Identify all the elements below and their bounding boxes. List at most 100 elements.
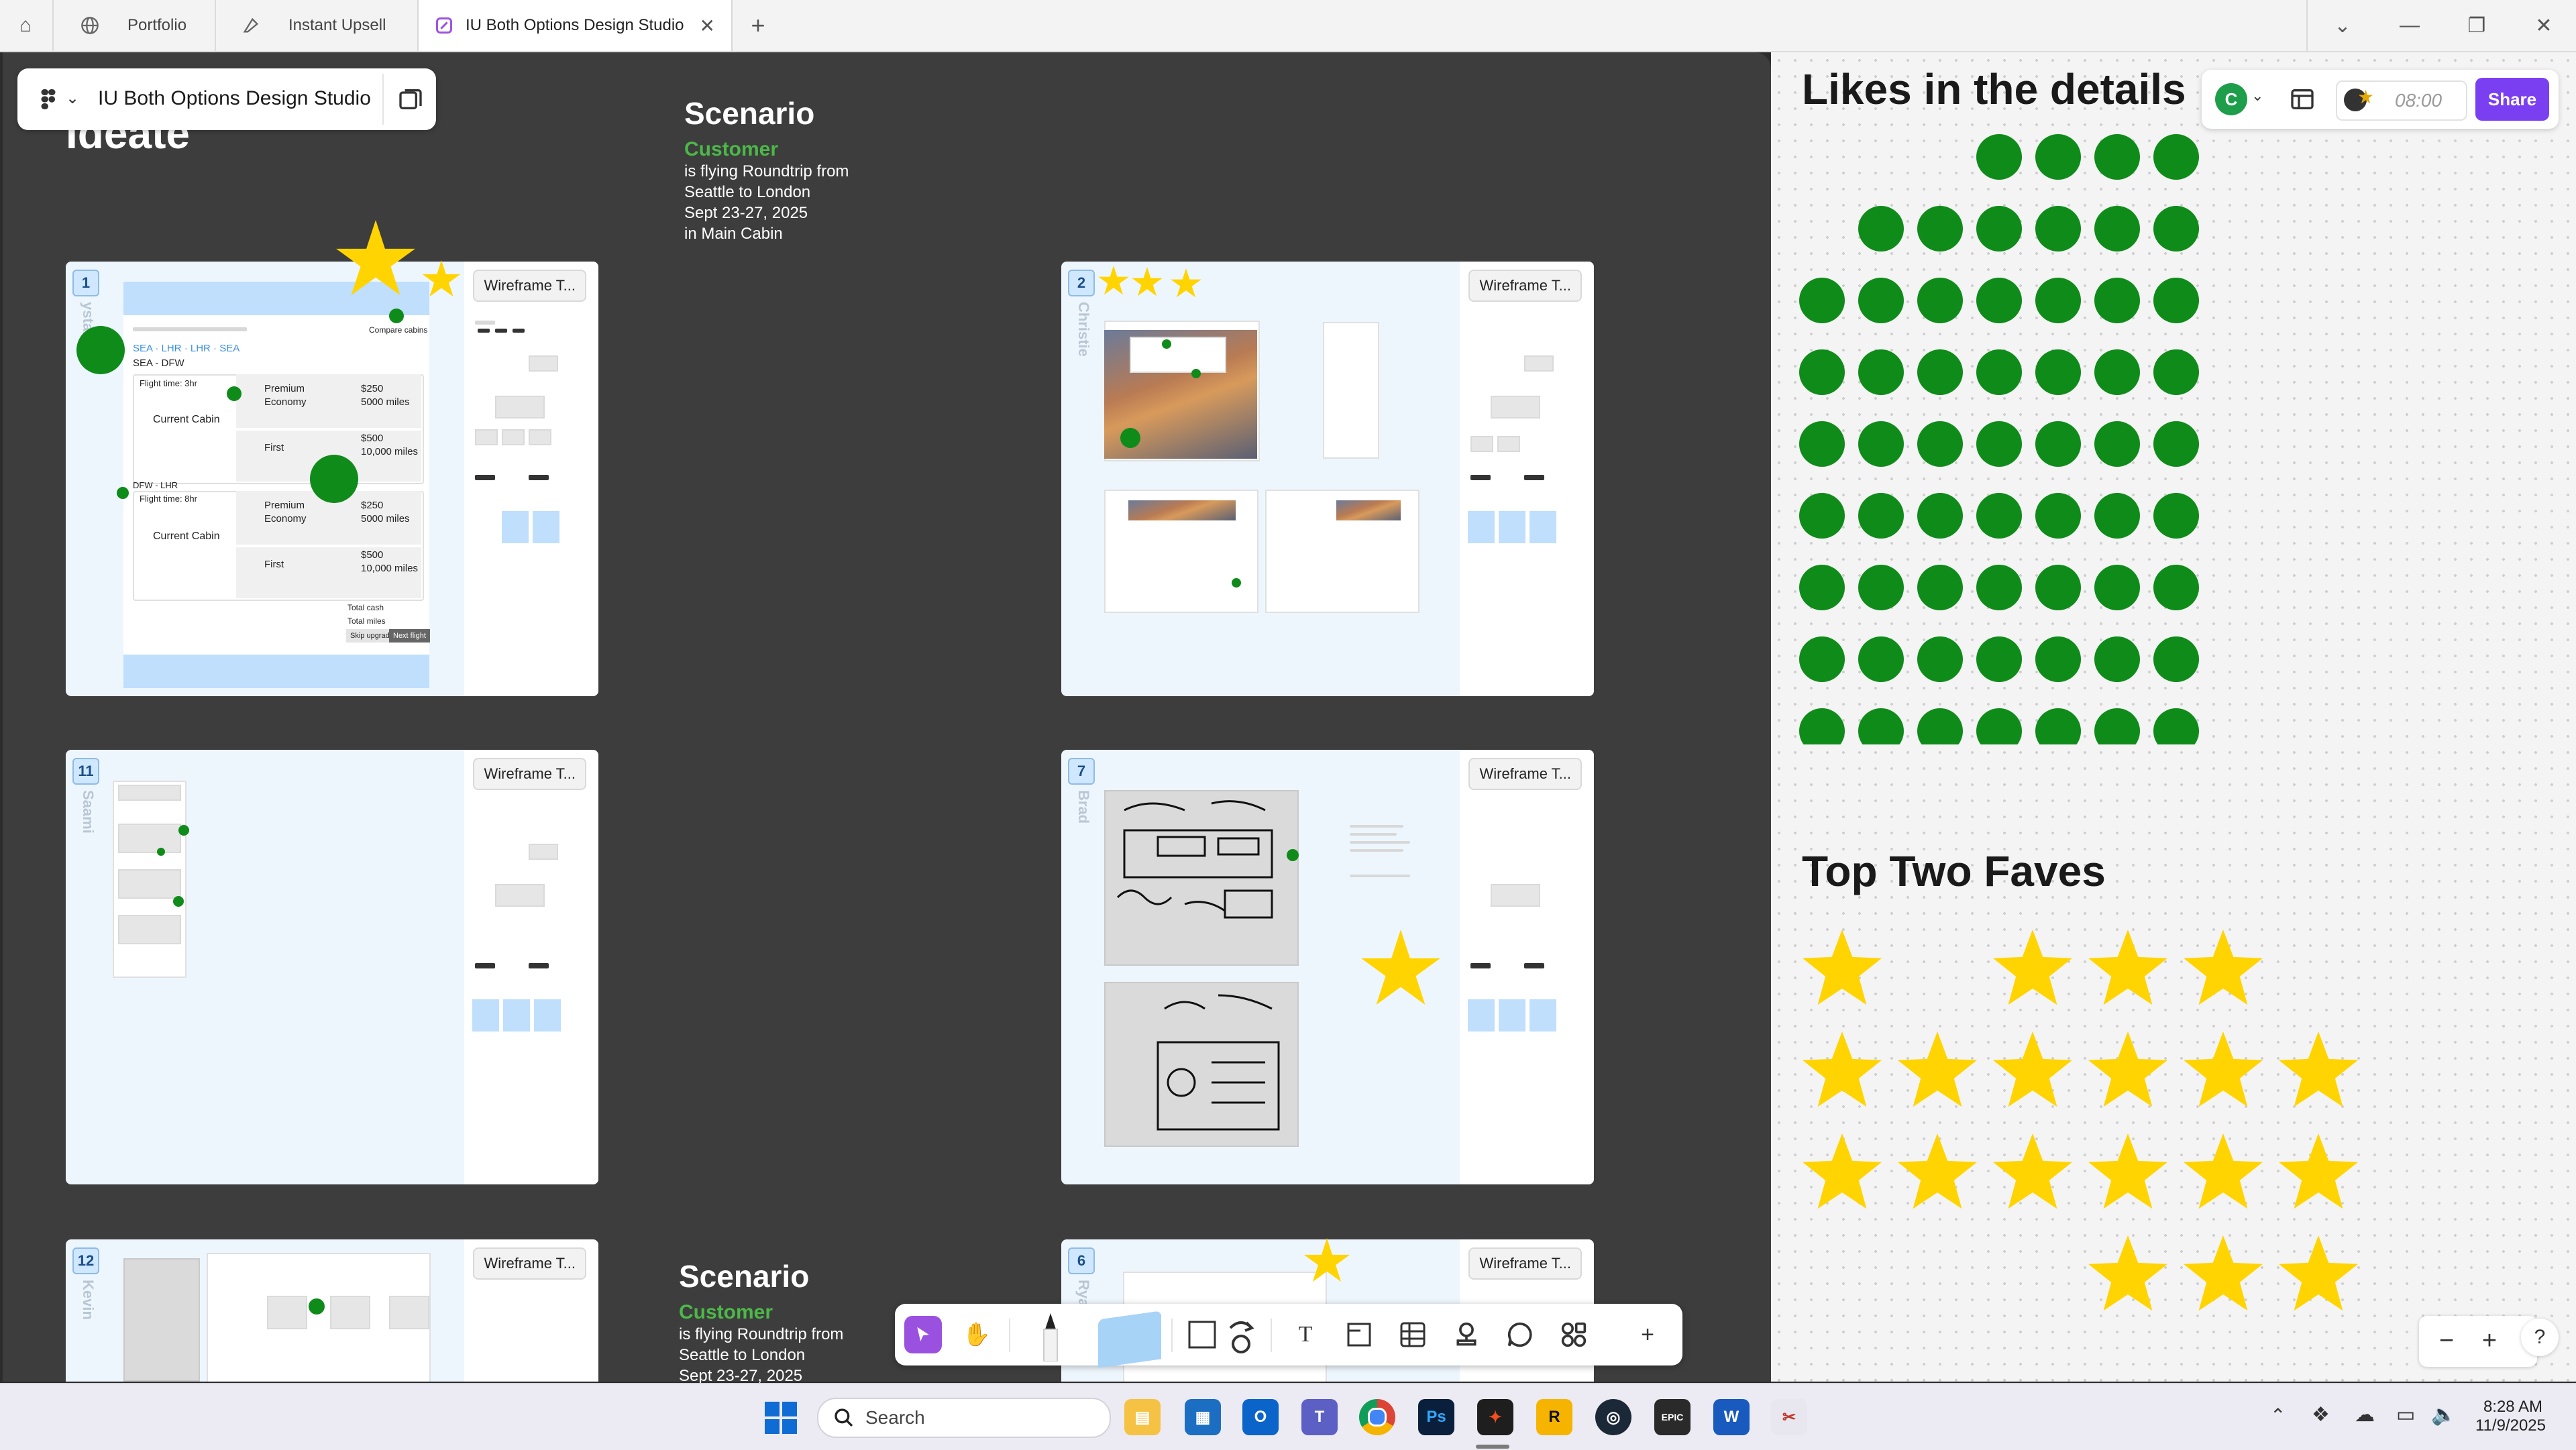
like-dot — [1858, 636, 1904, 682]
teams-icon[interactable]: T — [1301, 1399, 1338, 1435]
epic-games-icon[interactable]: EPIC — [1654, 1399, 1690, 1435]
onedrive-icon[interactable]: ☁ — [2355, 1403, 2375, 1427]
like-dot — [2094, 565, 2140, 610]
like-dot — [1917, 421, 1963, 467]
close-window-icon[interactable]: ✕ — [2510, 0, 2576, 51]
taskbar-search[interactable]: Search — [817, 1398, 1111, 1438]
timer-widget[interactable]: ★ 08:00 — [2336, 80, 2467, 121]
zoom-out-button[interactable]: − — [2430, 1324, 2463, 1357]
file-name[interactable]: IU Both Options Design Studio — [98, 87, 371, 110]
photoshop-icon[interactable]: Ps — [1418, 1399, 1454, 1435]
fave-star-icon — [2279, 1235, 2358, 1311]
like-dot — [1858, 278, 1904, 323]
like-dot — [1976, 349, 2022, 395]
volume-icon[interactable]: 🔈 — [2431, 1403, 2456, 1427]
section-tool-icon[interactable] — [1340, 1316, 1378, 1353]
windows-start-icon[interactable] — [765, 1402, 797, 1434]
widgets-tool-icon[interactable] — [1555, 1316, 1593, 1353]
star-icon — [1171, 268, 1201, 298]
zoom-controls: − + — [2419, 1316, 2537, 1367]
fave-star-icon — [1993, 1133, 2072, 1209]
timer-value: 08:00 — [2395, 90, 2443, 111]
zoom-in-button[interactable]: + — [2473, 1324, 2506, 1357]
share-button[interactable]: Share — [2475, 78, 2549, 121]
file-menu[interactable]: ⌄ IU Both Options Design Studio — [17, 68, 436, 130]
search-icon — [835, 1408, 853, 1427]
chevron-down-icon[interactable]: ⌄ — [66, 89, 79, 108]
like-dot — [1799, 421, 1845, 467]
steam-icon[interactable]: ◎ — [1595, 1399, 1631, 1435]
display-icon[interactable]: ▭ — [2396, 1403, 2415, 1427]
hand-tool-icon[interactable]: ✋ — [958, 1316, 996, 1353]
like-dot — [1858, 349, 1904, 395]
fave-star-icon — [2088, 1133, 2167, 1209]
fave-star-icon — [2088, 1031, 2167, 1107]
more-tools-icon[interactable]: + — [1629, 1316, 1666, 1353]
comment-tool-icon[interactable] — [1501, 1316, 1539, 1353]
like-dot — [2153, 421, 2199, 467]
like-dot — [1799, 278, 1845, 323]
figma-logo-icon[interactable] — [36, 87, 60, 111]
connector-tool-icon[interactable] — [1222, 1316, 1260, 1353]
select-tool-icon[interactable] — [904, 1316, 942, 1353]
like-dot — [1917, 278, 1963, 323]
like-dot — [1976, 565, 2022, 610]
star-icon — [336, 220, 415, 296]
like-dot — [1917, 636, 1963, 682]
like-dot — [2094, 134, 2140, 180]
chrome-icon[interactable] — [1359, 1399, 1395, 1435]
stamp-tool-icon[interactable] — [1448, 1316, 1485, 1353]
like-dot — [2153, 278, 2199, 323]
like-dot — [1976, 206, 2022, 252]
like-dot — [2094, 421, 2140, 467]
shape-tool-icon[interactable] — [1183, 1316, 1221, 1353]
like-dot — [1799, 708, 1845, 744]
word-icon[interactable]: W — [1713, 1399, 1750, 1435]
restore-icon[interactable]: ❐ — [2443, 0, 2510, 51]
like-dot — [1917, 349, 1963, 395]
chevron-up-icon[interactable]: ⌃ — [2270, 1404, 2286, 1427]
help-button[interactable]: ? — [2521, 1319, 2559, 1356]
like-dot — [1917, 206, 1963, 252]
creation-toolbar: ✋ T + — [895, 1304, 1682, 1368]
like-dot — [1917, 493, 1963, 539]
vote-stars-layer — [336, 220, 1440, 1282]
pages-icon[interactable] — [397, 86, 424, 113]
fave-star-icon — [1803, 930, 1882, 1005]
minimize-icon[interactable]: — — [2376, 0, 2443, 51]
star-icon — [1303, 1238, 1350, 1282]
sticky-note-tool-icon[interactable] — [1096, 1310, 1163, 1368]
outlook-icon[interactable]: O — [1242, 1399, 1279, 1435]
tab-list-dropdown-icon[interactable]: ⌄ — [2309, 0, 2376, 51]
active-app-indicator — [1476, 1445, 1509, 1449]
marker-tool-icon[interactable] — [1032, 1310, 1069, 1361]
like-dot — [2094, 349, 2140, 395]
like-dot — [1858, 565, 1904, 610]
taskbar-clock[interactable]: 8:28 AM 11/9/2025 — [2475, 1398, 2546, 1435]
fave-star-icon — [2279, 1133, 2358, 1209]
like-dot — [1976, 421, 2022, 467]
text-tool-icon[interactable]: T — [1287, 1316, 1324, 1353]
like-dot — [2153, 708, 2199, 744]
like-dot — [1917, 565, 1963, 610]
clock-date: 11/9/2025 — [2475, 1416, 2546, 1435]
fave-star-icon — [2184, 1133, 2263, 1209]
store-icon[interactable]: ▦ — [1185, 1399, 1221, 1435]
layout-icon[interactable] — [2289, 86, 2316, 113]
figma-icon[interactable]: ✦ — [1477, 1399, 1513, 1435]
fave-star-icon — [1898, 1133, 1977, 1209]
dropbox-icon[interactable]: ❖ — [2312, 1403, 2330, 1427]
like-dot — [2035, 421, 2081, 467]
fave-star-icon — [2088, 1235, 2167, 1311]
file-explorer-icon[interactable]: ▤ — [1124, 1399, 1161, 1435]
rockstar-icon[interactable]: R — [1536, 1399, 1572, 1435]
like-dot — [1858, 493, 1904, 539]
star-icon — [1361, 930, 1440, 1005]
snipping-tool-icon[interactable]: ✂ — [1771, 1399, 1807, 1435]
like-dot — [2035, 134, 2081, 180]
sparkle-icon: ★ — [2357, 87, 2375, 107]
chevron-down-icon[interactable]: ⌄ — [2251, 87, 2263, 105]
table-tool-icon[interactable] — [1394, 1316, 1432, 1353]
like-dot — [1799, 636, 1845, 682]
avatar[interactable]: C — [2215, 83, 2247, 115]
